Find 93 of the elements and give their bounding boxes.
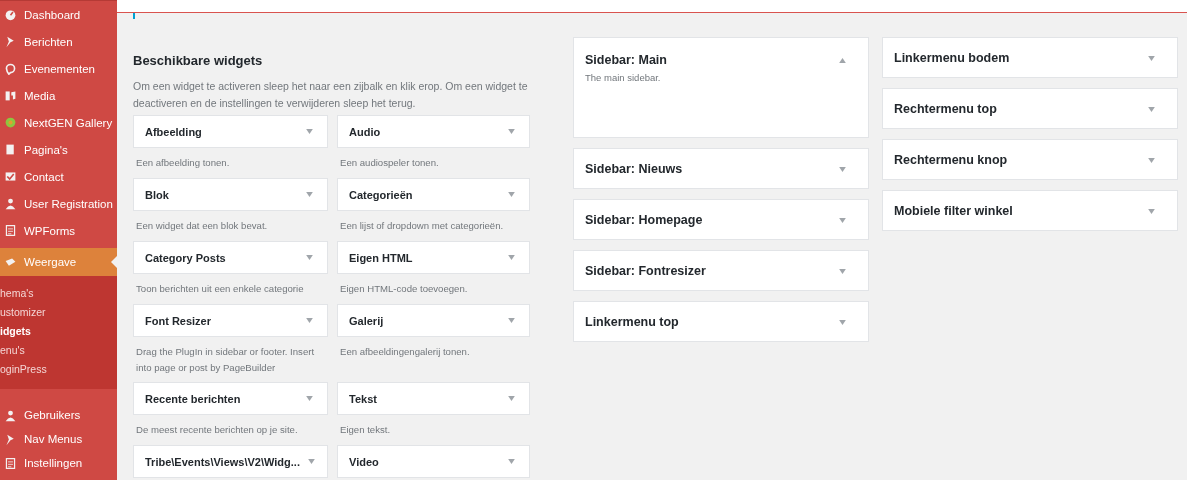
caret-down-icon[interactable]	[839, 217, 846, 223]
submenu-item[interactable]: hema's	[0, 284, 117, 303]
submenu-item[interactable]: enu's	[0, 341, 117, 360]
caret-down-icon[interactable]	[508, 129, 515, 134]
swirl-icon	[4, 62, 17, 75]
widget-area-title: Rechtermenu knop	[894, 153, 1008, 167]
submenu-item[interactable]: ustomizer	[0, 303, 117, 322]
widget-description: Eigen HTML-code toevoegen.	[339, 282, 469, 296]
caret-down-icon[interactable]	[508, 459, 515, 464]
widget-area-title: Sidebar: Fontresizer	[585, 264, 706, 278]
widget-area-title: Linkermenu top	[585, 315, 679, 329]
person-icon	[4, 197, 17, 210]
widget-description: Een lijst of dropdown met categorieën.	[339, 219, 505, 233]
widget-bar[interactable]: Blok	[133, 178, 328, 211]
caret-down-icon[interactable]	[1148, 157, 1155, 163]
caret-down-icon[interactable]	[306, 318, 313, 323]
menu-pointer	[111, 256, 117, 268]
widget-description: Een afbeelding tonen.	[135, 156, 231, 170]
menu-item[interactable]: Contact	[0, 163, 117, 190]
caret-down-icon[interactable]	[839, 319, 846, 325]
section-description: Om een widget te activeren sleep het naar een zijbalk en klik erop. Om een widget te deactiveren en de instellingen te verwijderen sleep het terug.	[133, 79, 529, 111]
menu-item[interactable]: User Registration	[0, 190, 117, 217]
section-heading: Beschikbare widgets	[133, 53, 264, 68]
widget-area-panel[interactable]: Linkermenu top	[573, 301, 869, 342]
widget-bar[interactable]: Font Resizer	[133, 304, 328, 337]
menu-item[interactable]: Pagina's	[0, 136, 117, 163]
caret-down-icon[interactable]	[308, 459, 315, 464]
widget-area-title: Linkermenu bodem	[894, 51, 1010, 65]
notice-edge	[133, 13, 135, 19]
widget-area-description: The main sidebar.	[585, 72, 662, 83]
widget-area-title: Sidebar: Homepage	[585, 213, 703, 227]
widget-description: Een widget dat een blok bevat.	[135, 219, 269, 233]
media-icon	[4, 89, 17, 102]
widget-bar[interactable]: Video	[337, 445, 530, 478]
menu-item[interactable]: Nav Menus	[0, 427, 117, 451]
submenu-item[interactable]: idgets	[0, 322, 117, 341]
caret-down-icon[interactable]	[306, 129, 313, 134]
form-icon	[4, 456, 17, 470]
widget-bar[interactable]: Galerij	[337, 304, 530, 337]
menu-item[interactable]: Evenementen	[0, 55, 117, 82]
widget-bar[interactable]: Recente berichten	[133, 382, 328, 415]
checkbox-icon	[4, 170, 17, 183]
caret-down-icon[interactable]	[508, 255, 515, 260]
widget-description: Een audiospeler tonen.	[339, 156, 440, 170]
widget-bar[interactable]: Afbeelding	[133, 115, 328, 148]
widget-area-title: Mobiele filter winkel	[894, 204, 1013, 218]
caret-down-icon[interactable]	[1148, 106, 1155, 112]
caret-down-icon[interactable]	[508, 318, 515, 323]
caret-down-icon[interactable]	[508, 192, 515, 197]
menu-item[interactable]: Media	[0, 82, 117, 109]
widget-area-panel[interactable]: Sidebar: Nieuws	[573, 148, 869, 189]
menu-item[interactable]: WPForms	[0, 217, 117, 244]
widget-area-panel[interactable]: Rechtermenu top	[882, 88, 1178, 129]
widget-bar[interactable]: Tribe\Events\Views\V2\Widg...	[133, 445, 328, 478]
widget-area-panel[interactable]: Sidebar: Fontresizer	[573, 250, 869, 291]
caret-down-icon[interactable]	[306, 192, 313, 197]
gallery-icon	[4, 116, 17, 129]
widget-area-panel[interactable]: Rechtermenu knop	[882, 139, 1178, 180]
menu-item[interactable]: Dashboard	[0, 1, 117, 28]
widget-area-panel[interactable]: Sidebar: Main The main sidebar.	[573, 37, 869, 138]
widget-area-title: Sidebar: Nieuws	[585, 162, 683, 176]
widget-area-panel[interactable]: Mobiele filter winkel	[882, 190, 1178, 231]
caret-down-icon[interactable]	[839, 166, 846, 172]
widget-area-panel[interactable]: Sidebar: Homepage	[573, 199, 869, 240]
widget-bar[interactable]: Tekst	[337, 382, 530, 415]
widget-description: Een afbeeldingengalerij tonen.	[339, 345, 471, 359]
menu-item[interactable]: Gebruikers	[0, 403, 117, 427]
caret-up-icon[interactable]	[839, 57, 846, 63]
caret-down-icon[interactable]	[839, 268, 846, 274]
caret-down-icon[interactable]	[508, 396, 515, 401]
caret-down-icon[interactable]	[306, 396, 313, 401]
widget-description: De meest recente berichten op je site.	[135, 423, 299, 437]
caret-down-icon[interactable]	[1148, 208, 1155, 214]
widget-bar[interactable]: Categorieën	[337, 178, 530, 211]
caret-down-icon[interactable]	[1148, 55, 1155, 61]
submenu-item[interactable]: oginPress	[0, 360, 117, 379]
menu-item[interactable]: NextGEN Gallery	[0, 109, 117, 136]
menu-item[interactable]: Berichten	[0, 28, 117, 55]
person-icon	[4, 408, 17, 422]
caret-down-icon[interactable]	[306, 255, 313, 260]
widget-bar[interactable]: Eigen HTML	[337, 241, 530, 274]
widget-area-title: Rechtermenu top	[894, 102, 997, 116]
menu-item[interactable]: Instellingen	[0, 451, 117, 475]
gauge-icon	[4, 8, 17, 21]
widget-area-title: Sidebar: Main	[585, 53, 667, 67]
page-icon	[4, 143, 17, 156]
widget-description: Eigen tekst.	[339, 423, 392, 437]
widget-bar[interactable]: Category Posts	[133, 241, 328, 274]
widget-description: Drag the PlugIn in sidebar or footer. Insert into page or post by PageBuilder	[135, 345, 316, 375]
widget-area-panel[interactable]: Linkermenu bodem	[882, 37, 1178, 78]
form-icon	[4, 224, 17, 237]
widget-description: Toon berichten uit een enkele categorie	[135, 282, 305, 296]
widget-bar[interactable]: Audio	[337, 115, 530, 148]
